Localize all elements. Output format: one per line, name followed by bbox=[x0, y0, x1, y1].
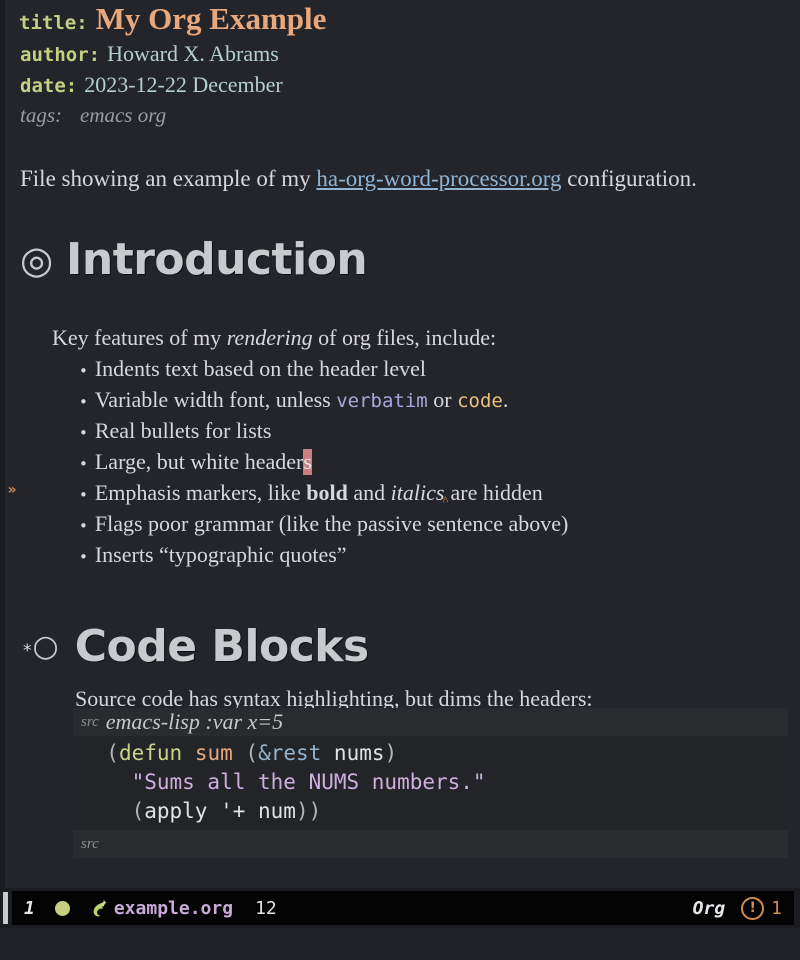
buffer-content: title: My Org Example author: Howard X. … bbox=[19, 0, 800, 888]
keyword-label-author: author: bbox=[20, 44, 101, 66]
fringe-overflow-arrow-icon: » bbox=[7, 482, 17, 498]
intro-text-after: configuration. bbox=[561, 166, 697, 191]
lead-in-before: Key features of my bbox=[52, 325, 227, 350]
list-bullet-icon: • bbox=[79, 486, 88, 504]
document-tags: emacs org bbox=[80, 103, 167, 127]
italic-text: italics bbox=[390, 480, 445, 505]
source-block-footer: src bbox=[73, 830, 788, 858]
list-bullet-icon: • bbox=[79, 424, 88, 442]
intro-text-before: File showing an example of my bbox=[20, 166, 317, 191]
list-item: • Inserts “typographic quotes” bbox=[79, 542, 347, 568]
org-file-link[interactable]: ha-org-word-processor.org bbox=[316, 166, 561, 191]
introduction-lead-in: Key features of my rendering of org file… bbox=[52, 325, 496, 351]
keyword-label-date: date: bbox=[20, 75, 78, 97]
list-item-text-suffix: are hidden bbox=[450, 480, 543, 505]
modeline-buffer-name[interactable]: example.org bbox=[114, 898, 233, 919]
heading-code-blocks-label: Code Blocks bbox=[74, 621, 370, 672]
list-item-text: Real bullets for lists bbox=[94, 418, 272, 443]
keyword-row-tags: tags: emacs org bbox=[19, 103, 800, 134]
list-item-text: Indents text based on the header level bbox=[94, 356, 426, 381]
heading-introduction[interactable]: ◎ Introduction bbox=[20, 234, 368, 285]
list-bullet-icon: • bbox=[79, 517, 88, 535]
org-buffer[interactable]: » title: My Org Example author: Howard X… bbox=[0, 0, 800, 888]
bold-text: bold bbox=[306, 480, 348, 505]
list-item: • Large, but white headers bbox=[79, 449, 312, 475]
modeline-window-number[interactable]: 1 bbox=[24, 898, 35, 919]
emacs-frame: » title: My Org Example author: Howard X… bbox=[0, 0, 800, 960]
intro-paragraph: File showing an example of my ha-org-wor… bbox=[20, 166, 697, 192]
list-item-text-prefix: Emphasis markers, like bbox=[94, 480, 307, 505]
list-item-text-middle: or bbox=[427, 387, 458, 412]
keyword-label-tags: tags: bbox=[20, 103, 62, 127]
source-end-keyword: src bbox=[81, 835, 99, 852]
list-item: • Real bullets for lists bbox=[79, 418, 271, 444]
modeline-major-mode[interactable]: Org bbox=[693, 898, 726, 919]
modeline-status-dot-icon[interactable] bbox=[54, 900, 70, 916]
code-line: (apply '+ num)) bbox=[81, 799, 322, 823]
list-item-text-prefix: Variable width font, unless bbox=[94, 387, 337, 412]
source-block-body[interactable]: (defun sum (&rest nums) "Sums all the NU… bbox=[73, 736, 788, 830]
modeline[interactable]: 1 example.org 12 Org ! 1 bbox=[12, 891, 794, 925]
heading-bullet-level2-icon: ○ bbox=[32, 629, 59, 664]
keyword-label-title: title: bbox=[19, 12, 88, 34]
document-title: My Org Example bbox=[95, 1, 327, 36]
list-item: • Flags poor grammar (like the passive se… bbox=[79, 511, 568, 537]
modeline-error-count[interactable]: 1 bbox=[771, 898, 782, 919]
document-author: Howard X. Abrams bbox=[107, 41, 279, 66]
list-bullet-icon: • bbox=[79, 393, 88, 411]
error-badge-icon[interactable]: ! bbox=[741, 896, 765, 920]
gnu-icon bbox=[88, 897, 110, 919]
modeline-window-indicator bbox=[3, 892, 8, 924]
modeline-container: 1 example.org 12 Org ! 1 bbox=[0, 888, 800, 928]
list-item-text-prefix: Large, but white header bbox=[94, 449, 304, 474]
list-item: • Emphasis markers, like bold and italics… bbox=[79, 480, 543, 508]
inline-code-text: code bbox=[457, 390, 503, 412]
source-header-args: emacs-lisp :var x=5 bbox=[105, 709, 284, 734]
list-item-text: Inserts “typographic quotes” bbox=[94, 542, 347, 567]
keyword-row-author: author: Howard X. Abrams bbox=[19, 41, 800, 72]
list-item-text-suffix: . bbox=[502, 387, 509, 412]
list-item-text-middle: and bbox=[347, 480, 391, 505]
code-line: (defun sum (&rest nums) bbox=[81, 741, 398, 765]
list-bullet-icon: • bbox=[79, 548, 88, 566]
source-block-header: src emacs-lisp :var x=5 bbox=[73, 708, 788, 736]
text-cursor: s bbox=[303, 449, 312, 475]
keyword-row-date: date: 2023-12-22 December bbox=[19, 72, 800, 103]
source-begin-keyword: src bbox=[81, 713, 99, 730]
minibuffer[interactable] bbox=[0, 928, 800, 960]
list-item-text: Flags poor grammar (like the passive sen… bbox=[94, 511, 569, 536]
verbatim-text: verbatim bbox=[336, 390, 428, 412]
left-fringe bbox=[5, 0, 19, 888]
document-date: 2023-12-22 December bbox=[84, 72, 283, 97]
heading-introduction-label: Introduction bbox=[66, 234, 368, 285]
list-bullet-icon: • bbox=[79, 455, 88, 473]
keyword-row-title: title: My Org Example bbox=[19, 0, 800, 41]
modeline-position: 12 bbox=[255, 897, 277, 919]
heading-bullet-level1-icon: ◎ bbox=[20, 238, 54, 282]
code-line: "Sums all the NUMS numbers." bbox=[81, 770, 486, 794]
lead-in-italic: rendering bbox=[226, 325, 313, 350]
list-bullet-icon: • bbox=[79, 362, 88, 380]
list-item: • Indents text based on the header level bbox=[79, 356, 426, 382]
heading-star-icon: * bbox=[23, 641, 32, 661]
list-item: • Variable width font, unless verbatim or… bbox=[79, 387, 508, 413]
lead-in-after: of org files, include: bbox=[312, 325, 497, 350]
grammar-flag-caret-icon: ^ bbox=[442, 493, 449, 508]
heading-code-blocks[interactable]: * ○ Code Blocks bbox=[23, 625, 369, 669]
source-block[interactable]: src emacs-lisp :var x=5 (defun sum (&res… bbox=[73, 708, 788, 858]
